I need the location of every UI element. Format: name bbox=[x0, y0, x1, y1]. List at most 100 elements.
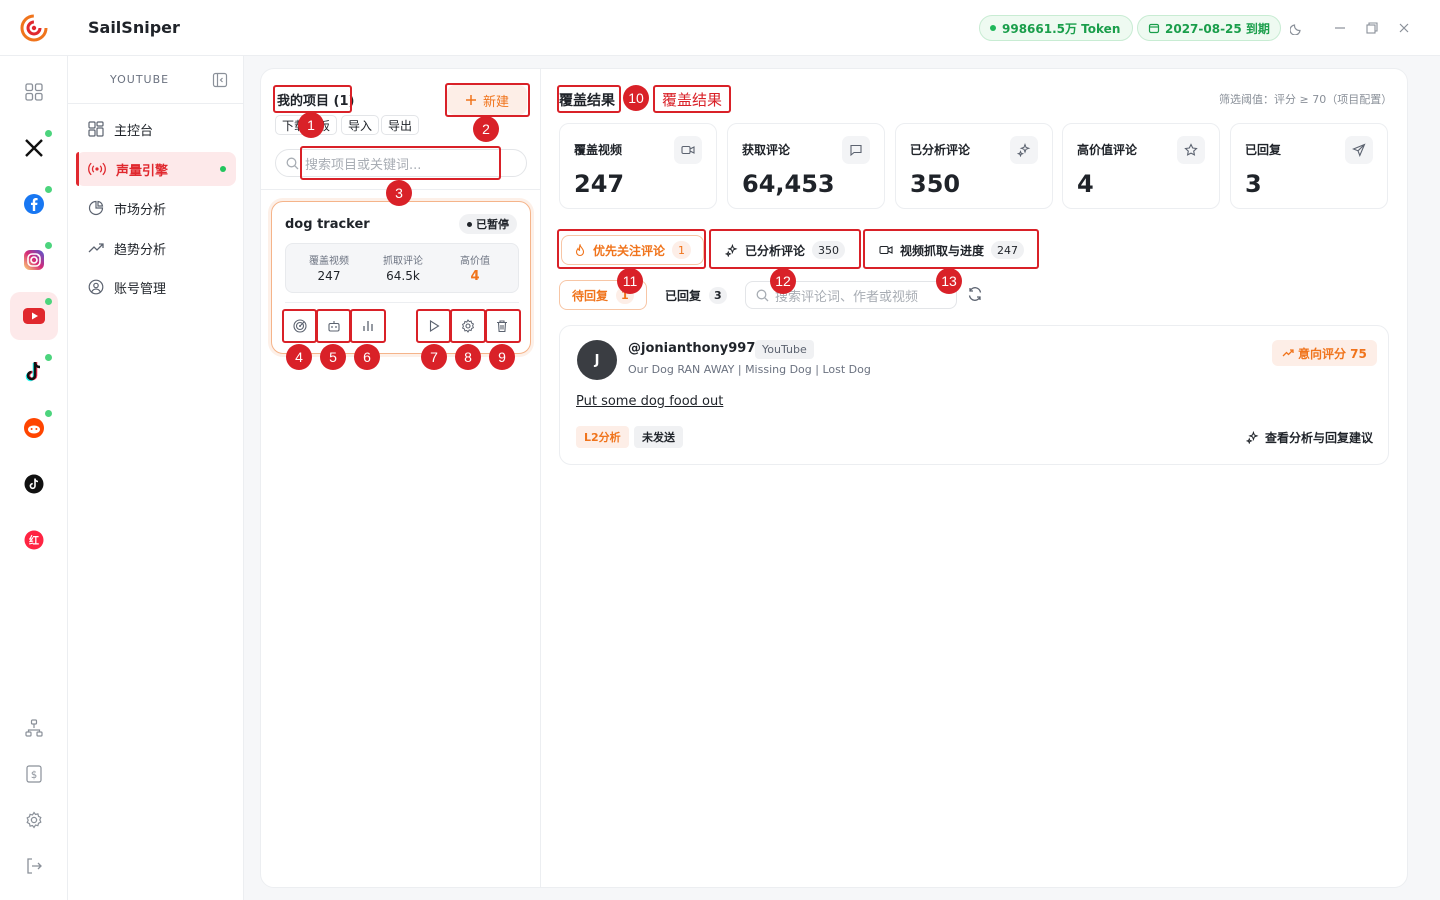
annotation-box bbox=[863, 229, 1039, 269]
reddit-icon[interactable] bbox=[10, 404, 58, 452]
online-dot bbox=[45, 298, 52, 305]
action-label: 查看分析与回复建议 bbox=[1265, 431, 1374, 445]
annotation-box bbox=[316, 309, 351, 343]
annotation-badge: 5 bbox=[320, 344, 346, 370]
nav-item-volume-engine[interactable]: 声量引擎 bbox=[76, 152, 236, 186]
kpi-value: 64,453 bbox=[742, 170, 835, 198]
tiktok-icon[interactable] bbox=[10, 348, 58, 396]
annotation-badge: 12 bbox=[770, 268, 796, 294]
settings-icon[interactable] bbox=[10, 796, 58, 844]
expiry-badge[interactable]: 2027-08-25 到期 bbox=[1137, 15, 1281, 41]
stat-label: 覆盖视频 bbox=[309, 256, 349, 267]
user-circle-icon bbox=[88, 279, 104, 295]
subtab-count: 3 bbox=[709, 286, 727, 304]
token-text: 998661.5万 Token bbox=[1002, 21, 1121, 36]
nav-label: 市场分析 bbox=[114, 202, 167, 218]
online-dot bbox=[45, 130, 52, 137]
platform-badge: YouTube bbox=[755, 340, 814, 359]
kpi-high-value: 高价值评论 4 bbox=[1062, 123, 1220, 209]
view-analysis-button[interactable]: 查看分析与回复建议 bbox=[1246, 429, 1373, 446]
nav-label: 账号管理 bbox=[114, 281, 167, 297]
kpi-videos: 覆盖视频 247 bbox=[559, 123, 717, 209]
status-badge: 已暂停 bbox=[459, 214, 517, 234]
minimize-icon[interactable] bbox=[1330, 18, 1350, 38]
online-dot bbox=[45, 242, 52, 249]
stat-videos: 覆盖视频 247 bbox=[290, 252, 368, 283]
instagram-icon[interactable] bbox=[10, 236, 58, 284]
collapse-sidebar-icon[interactable] bbox=[212, 72, 228, 88]
project-name: dog tracker bbox=[285, 217, 370, 232]
dashboard-icon[interactable] bbox=[10, 68, 58, 116]
nav-item-trend-analysis[interactable]: 趋势分析 bbox=[76, 231, 236, 265]
kpi-comments: 获取评论 64,453 bbox=[727, 123, 885, 209]
annotation-label: 覆盖结果 bbox=[653, 85, 731, 113]
annotation-box bbox=[557, 85, 621, 113]
search-placeholder: 搜索评论词、作者或视频 bbox=[775, 289, 919, 305]
sub-sidebar-header: YOUTUBE bbox=[68, 56, 244, 104]
stat-value: 4 bbox=[470, 269, 480, 284]
dashboard-icon bbox=[88, 121, 104, 137]
send-status-tag: 未发送 bbox=[634, 426, 683, 448]
top-bar: SailSniper 998661.5万 Token 2027-08-25 到期 bbox=[0, 0, 1440, 56]
annotation-badge: 10 bbox=[623, 85, 649, 111]
close-icon[interactable] bbox=[1394, 18, 1414, 38]
kpi-replied: 已回复 3 bbox=[1230, 123, 1388, 209]
online-dot bbox=[45, 186, 52, 193]
pie-chart-icon bbox=[88, 200, 104, 216]
import-button[interactable]: 导入 bbox=[341, 115, 380, 135]
comment-author[interactable]: @jonianthony9971 bbox=[628, 341, 764, 356]
main-panel: 我的项目 (1) 新建 下载模板 导入 导出 搜索项目或关键词... dog t… bbox=[260, 68, 1408, 888]
annotation-box bbox=[557, 229, 706, 269]
comment-icon bbox=[842, 136, 870, 164]
active-dot bbox=[220, 166, 226, 172]
annotation-badge: 8 bbox=[455, 344, 481, 370]
theme-toggle-icon[interactable] bbox=[1287, 18, 1307, 38]
kpi-value: 3 bbox=[1245, 170, 1262, 198]
subtab-label: 已回复 bbox=[665, 288, 702, 303]
kpi-label: 获取评论 bbox=[742, 143, 791, 157]
stat-label: 高价值 bbox=[460, 256, 490, 267]
kpi-analyzed: 已分析评论 350 bbox=[895, 123, 1053, 209]
svg-text:$: $ bbox=[31, 770, 37, 781]
network-icon[interactable] bbox=[10, 704, 58, 752]
xiaohongshu-icon[interactable]: 红 bbox=[10, 516, 58, 564]
x-icon[interactable] bbox=[10, 124, 58, 172]
youtube-icon[interactable] bbox=[10, 292, 58, 340]
facebook-icon[interactable] bbox=[10, 180, 58, 228]
video-title[interactable]: Our Dog RAN AWAY | Missing Dog | Lost Do… bbox=[628, 363, 871, 376]
comment-text: Put some dog food out bbox=[576, 394, 724, 409]
kpi-label: 高价值评论 bbox=[1077, 143, 1138, 157]
restore-icon[interactable] bbox=[1362, 18, 1382, 38]
analysis-level-tag: L2分析 bbox=[576, 426, 629, 448]
threshold-text: 筛选阈值：评分 ≥ 70（项目配置） bbox=[1219, 93, 1393, 106]
billing-icon[interactable]: $ bbox=[10, 750, 58, 798]
nav-item-dashboard[interactable]: 主控台 bbox=[76, 112, 236, 146]
subtab-replied[interactable]: 已回复 3 bbox=[653, 280, 739, 310]
brand-name: SailSniper bbox=[88, 18, 180, 37]
annotation-box bbox=[450, 309, 486, 343]
broadcast-icon bbox=[88, 162, 106, 176]
nav-item-market-analysis[interactable]: 市场分析 bbox=[76, 191, 236, 225]
comment-card[interactable]: J @jonianthony9971 YouTube Our Dog RAN A… bbox=[559, 325, 1389, 465]
svg-text:红: 红 bbox=[29, 534, 39, 547]
export-button[interactable]: 导出 bbox=[381, 115, 420, 135]
score-text: 意向评分 75 bbox=[1298, 346, 1367, 361]
logout-icon[interactable] bbox=[10, 842, 58, 890]
status-dot bbox=[467, 221, 472, 227]
send-icon bbox=[1345, 136, 1373, 164]
nav-label: 主控台 bbox=[114, 123, 154, 139]
kpi-label: 覆盖视频 bbox=[574, 143, 623, 157]
refresh-icon[interactable] bbox=[967, 286, 985, 304]
annotation-badge: 7 bbox=[421, 344, 447, 370]
project-stats: 覆盖视频 247 抓取评论 64.5k 高价值 4 bbox=[285, 243, 519, 293]
sub-sidebar: YOUTUBE 主控台 声量引擎 市场分析 趋势分析 账号管理 bbox=[68, 56, 244, 900]
nav-item-account[interactable]: 账号管理 bbox=[76, 270, 236, 304]
annotation-box bbox=[445, 83, 530, 117]
annotation-badge: 6 bbox=[354, 344, 380, 370]
annotation-badge: 13 bbox=[936, 268, 962, 294]
token-balance[interactable]: 998661.5万 Token bbox=[979, 15, 1134, 41]
tiktok-alt-icon[interactable] bbox=[10, 460, 58, 508]
kpi-label: 已回复 bbox=[1245, 143, 1282, 157]
nav-label: 声量引擎 bbox=[116, 163, 169, 179]
star-icon bbox=[1177, 136, 1205, 164]
